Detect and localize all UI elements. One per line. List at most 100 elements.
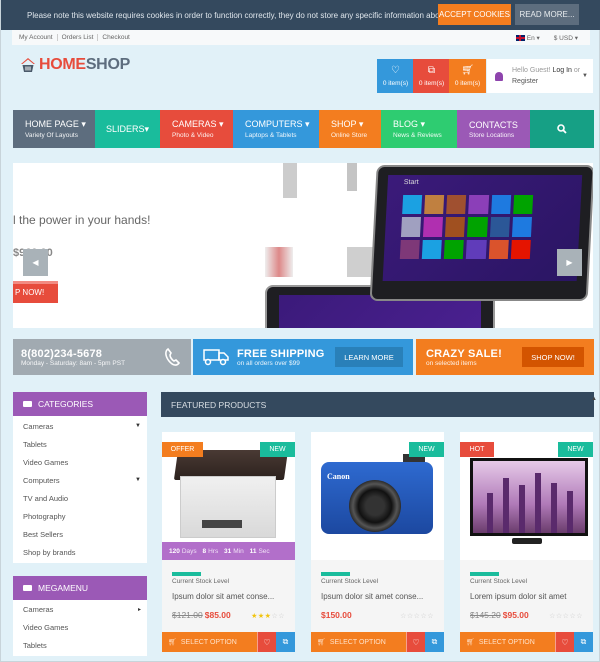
cookie-message: Please note this website requires cookie… xyxy=(27,10,502,20)
learn-more-button[interactable]: LEARN MORE xyxy=(335,347,403,367)
add-to-compare-button[interactable]: ⧉ xyxy=(276,632,295,652)
orders-list-link[interactable]: Orders List xyxy=(58,34,99,41)
my-account-link[interactable]: My Account xyxy=(12,34,58,41)
nav-item-cameras[interactable]: CAMERAS ▾ Photo & Video xyxy=(160,110,233,148)
folder-icon xyxy=(23,585,32,591)
chevron-right-icon: ▶ xyxy=(566,258,573,267)
nav-item-sliders[interactable]: SLIDERS▾ xyxy=(95,110,160,148)
slider-next-button[interactable]: ▶ xyxy=(557,249,582,276)
product-name[interactable]: Ipsum dolor sit amet conse... xyxy=(172,592,274,601)
rating-stars: ☆☆☆☆☆ xyxy=(549,612,583,620)
currency-selector[interactable]: $ USD ▾ xyxy=(554,34,578,42)
accept-cookies-button[interactable]: ACCEPT COOKIES xyxy=(438,4,511,25)
slider-shop-now-button[interactable]: P NOW! xyxy=(13,281,58,303)
offer-badge: OFFER xyxy=(162,442,203,457)
checkout-link[interactable]: Checkout xyxy=(98,34,133,41)
free-shipping-title: FREE SHIPPING xyxy=(237,347,325,360)
select-option-button[interactable]: 🛒︎ SELECT OPTION xyxy=(162,632,257,652)
slide-decoration xyxy=(283,163,297,198)
product-name[interactable]: Ipsum dolor sit amet conse... xyxy=(321,592,423,601)
megamenu-header: MEGAMENU xyxy=(13,576,147,600)
product-price: $150.00 xyxy=(321,610,352,620)
heart-icon: ♡ xyxy=(391,64,400,76)
stock-level-label: Current Stock Level xyxy=(321,578,379,585)
megamenu-item[interactable]: Video Games xyxy=(13,618,147,636)
nav-item-contacts[interactable]: CONTACTS Store Locations xyxy=(457,110,530,148)
phone-icon xyxy=(165,347,181,366)
select-option-button[interactable]: 🛒︎ SELECT OPTION xyxy=(311,632,406,652)
star-empty-icon: ☆ xyxy=(278,613,285,620)
rating-stars: ☆☆☆☆☆ xyxy=(400,612,434,620)
star-empty-icon: ☆ xyxy=(406,613,414,620)
product-card[interactable]: Canon NEW Current Stock Level Ipsum dolo… xyxy=(311,432,444,652)
product-price: $145.20 $95.00 xyxy=(470,610,529,620)
category-item[interactable]: Shop by brands xyxy=(13,543,147,561)
product-image-camera[interactable]: Canon NEW xyxy=(311,432,444,560)
category-item[interactable]: TV and Audio xyxy=(13,489,147,507)
hero-slider: l the power in your hands! $960.00 P NOW… xyxy=(13,163,593,328)
search-icon xyxy=(557,124,567,134)
compare-icon: ⧉ xyxy=(431,637,438,646)
add-to-wishlist-button[interactable]: ♡ xyxy=(257,632,276,652)
wishlist-count: 0 item(s) xyxy=(382,79,409,87)
hot-badge: HOT xyxy=(460,442,494,457)
category-item[interactable]: Photography xyxy=(13,507,147,525)
nav-item-blog[interactable]: BLOG ▾ News & Reviews xyxy=(381,110,457,148)
category-item[interactable]: Video Games xyxy=(13,453,147,471)
star-empty-icon: ☆ xyxy=(549,613,556,620)
login-link[interactable]: Log In xyxy=(552,67,571,74)
add-to-wishlist-button[interactable]: ♡ xyxy=(555,632,574,652)
star-empty-icon: ☆ xyxy=(555,613,563,620)
shop-now-button[interactable]: SHOP NOW! xyxy=(522,347,584,367)
chevron-right-icon[interactable]: ▸ xyxy=(138,606,141,613)
compare-widget[interactable]: ⧉ 0 item(s) xyxy=(413,59,450,93)
category-item[interactable]: Tablets xyxy=(13,435,147,453)
category-item[interactable]: Best Sellers xyxy=(13,525,147,543)
slider-prev-button[interactable]: ◀ xyxy=(23,249,48,276)
old-price: $145.20 xyxy=(470,610,501,620)
category-item[interactable]: Computers ▼ xyxy=(13,471,147,489)
megamenu-panel: MEGAMENU Cameras ▸ Video Games Tablets xyxy=(13,576,147,656)
featured-products-header: FEATURED PRODUCTS xyxy=(161,392,594,417)
search-button[interactable] xyxy=(530,110,594,148)
cart-icon: 🛒︎ xyxy=(317,639,326,646)
megamenu-item[interactable]: Tablets xyxy=(13,636,147,654)
star-empty-icon: ☆ xyxy=(576,613,583,620)
nav-item-computers[interactable]: COMPUTERS ▾ Laptops & Tablets xyxy=(233,110,319,148)
chevron-down-icon[interactable]: ▼ xyxy=(582,73,588,79)
product-image-tv[interactable]: HOT NEW xyxy=(460,432,593,560)
read-more-button[interactable]: READ MORE... xyxy=(515,4,579,25)
cart-icon: 🛒︎ xyxy=(461,64,474,76)
select-option-button[interactable]: 🛒︎ SELECT OPTION xyxy=(460,632,555,652)
chevron-down-icon[interactable]: ▼ xyxy=(135,423,141,429)
logo-text-home: HOME xyxy=(39,56,86,73)
stock-level-bar xyxy=(470,572,499,576)
chevron-down-icon[interactable]: ▼ xyxy=(135,477,141,483)
scroll-up-arrow[interactable]: ▲ xyxy=(591,396,597,402)
product-image-printer[interactable]: OFFER NEW 120 Days 8 Hrs 31 Min 11 Sec xyxy=(162,432,295,560)
megamenu-item[interactable]: Cameras ▸ xyxy=(13,600,147,618)
product-card[interactable]: HOT NEW Current Stock Level Lorem ipsum … xyxy=(460,432,593,652)
cart-widget[interactable]: 🛒︎ 0 item(s) xyxy=(449,59,486,93)
laptop-image: Start xyxy=(369,165,593,307)
screen-start-label: Start xyxy=(403,179,419,186)
product-card[interactable]: OFFER NEW 120 Days 8 Hrs 31 Min 11 Sec Curre… xyxy=(162,432,295,652)
compare-count: 0 item(s) xyxy=(418,79,445,87)
add-to-compare-button[interactable]: ⧉ xyxy=(425,632,444,652)
site-logo[interactable]: HOME SHOP xyxy=(20,56,130,74)
star-empty-icon: ☆ xyxy=(400,613,407,620)
product-name[interactable]: Lorem ipsum dolor sit amet xyxy=(470,592,566,601)
language-selector[interactable]: En ▾ xyxy=(515,34,540,42)
add-to-wishlist-button[interactable]: ♡ xyxy=(406,632,425,652)
nav-item-shop[interactable]: SHOP ▾ Online Store xyxy=(319,110,381,148)
new-badge: NEW xyxy=(260,442,295,457)
user-account-widget[interactable]: Hello Guest! Log In or Register ▼ xyxy=(487,59,593,93)
nav-item-home-page[interactable]: HOME PAGE ▾ Variety Of Layouts xyxy=(13,110,95,148)
add-to-compare-button[interactable]: ⧉ xyxy=(574,632,593,652)
wishlist-widget[interactable]: ♡ 0 item(s) xyxy=(377,59,414,93)
chevron-left-icon: ◀ xyxy=(32,258,39,267)
free-shipping-banner: FREE SHIPPING on all orders over $99 LEA… xyxy=(193,339,413,375)
register-link[interactable]: Register xyxy=(512,78,538,85)
windows-tiles xyxy=(399,195,534,259)
category-item[interactable]: Cameras ▼ xyxy=(13,417,147,435)
